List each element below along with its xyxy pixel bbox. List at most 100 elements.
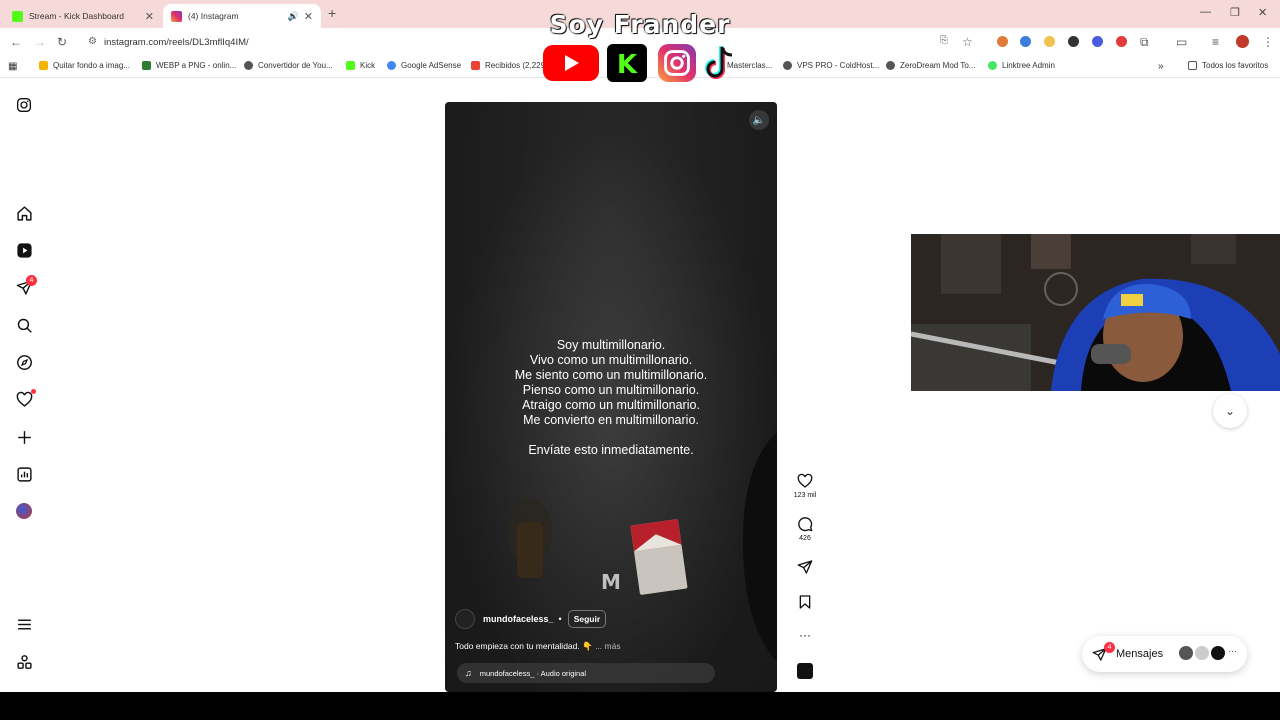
back-button[interactable]: ← (10, 35, 22, 49)
bookmark-item[interactable]: Google AdSense (387, 61, 461, 70)
notifications-heart-icon[interactable] (14, 389, 36, 409)
tab-kick-dashboard[interactable]: Stream - Kick Dashboard ✕ (4, 4, 162, 28)
bookmark-item[interactable]: Convertidor de You... (244, 61, 333, 70)
audio-playing-icon[interactable]: 🔊 (288, 11, 299, 22)
url-text: instagram.com/reels/DL3mflIq4IM/ (104, 36, 249, 48)
dashboard-chart-icon[interactable] (14, 464, 34, 484)
reel-line: Vivo como un multimillonario. (529, 353, 693, 367)
comment-button[interactable]: 426 (792, 516, 818, 542)
restore-button[interactable]: ❐ (1230, 6, 1240, 19)
reel-line: Me siento como un multimillonario. (514, 368, 708, 382)
stream-overlay-title: Soy Frander (549, 10, 731, 39)
message-avatar (1210, 645, 1226, 661)
reel-cta: Envíate esto inmediatamente. (528, 443, 694, 457)
bookmark-item[interactable]: Recibidos (2,229 (471, 61, 545, 70)
music-note-icon: ♫ (465, 668, 472, 678)
more-avatars-icon: ··· (1228, 646, 1237, 656)
reel-line: Pienso como un multimillonario. (522, 383, 700, 397)
message-avatar (1178, 645, 1194, 661)
audio-thumbnail[interactable] (792, 663, 818, 679)
next-reel-button[interactable]: ⌄ (1213, 394, 1247, 428)
profile-avatar[interactable] (14, 501, 34, 521)
explore-compass-icon[interactable] (14, 352, 34, 372)
instagram-logo-icon (657, 43, 697, 83)
extension-5-icon[interactable] (1092, 36, 1103, 47)
bookmark-item[interactable]: Linktree Admin (988, 61, 1055, 70)
side-panel-icon[interactable]: ▭ (1176, 35, 1187, 49)
new-tab-button[interactable]: + (328, 5, 336, 21)
search-icon[interactable] (14, 315, 34, 335)
messages-badge: 4 (1104, 642, 1115, 653)
extension-2-icon[interactable] (1020, 36, 1031, 47)
chevron-down-icon: ⌄ (1224, 404, 1236, 418)
message-avatar (1194, 645, 1210, 661)
svg-text:M: M (601, 570, 621, 594)
share-button[interactable] (792, 559, 818, 575)
instagram-favicon-icon (171, 10, 182, 22)
home-icon[interactable] (14, 203, 34, 223)
bookmark-item[interactable]: WEBP a PNG - onlin... (142, 61, 236, 70)
comment-icon (798, 517, 813, 532)
install-app-icon[interactable]: ⎘ (940, 35, 948, 46)
reels-icon[interactable] (14, 240, 34, 260)
bookmark-star-icon[interactable]: ☆ (962, 35, 973, 49)
forward-button[interactable]: → (34, 35, 46, 49)
browser-menu-icon[interactable]: ⋮ (1262, 35, 1274, 49)
extension-4-icon[interactable] (1068, 36, 1079, 47)
reel-line: Soy multimillonario. (556, 338, 666, 352)
follow-button[interactable]: Seguir (567, 610, 607, 628)
bookmark-item[interactable]: Kick (346, 61, 375, 70)
bookmark-item[interactable]: Quitar fondo a imag... (39, 61, 130, 70)
also-from-meta-icon[interactable] (14, 652, 34, 672)
tab-instagram[interactable]: (4) Instagram 🔊 ✕ (163, 4, 321, 28)
more-bookmarks-chevron-icon[interactable]: » (1158, 61, 1164, 72)
bookmark-item[interactable]: ZeroDream Mod To... (886, 61, 975, 70)
tab-search-icon[interactable]: ≡ (1212, 35, 1219, 49)
more-menu-icon[interactable] (14, 614, 34, 634)
extension-6-icon[interactable] (1116, 36, 1127, 47)
caption-more-link[interactable]: ... más (595, 641, 621, 651)
close-window-button[interactable]: ✕ (1258, 6, 1267, 19)
webcam-overlay (911, 234, 1280, 391)
author-avatar[interactable] (455, 609, 475, 629)
notification-count-badge: 4 (26, 275, 37, 286)
more-options-button[interactable]: ··· (792, 628, 818, 642)
close-tab-icon[interactable]: ✕ (304, 10, 313, 23)
heart-icon (797, 473, 813, 488)
reel-author-row: mundofaceless_ • Seguir (455, 609, 607, 629)
svg-text:K: K (617, 50, 638, 80)
extension-1-icon[interactable] (997, 36, 1008, 47)
tiktok-logo-icon (705, 46, 733, 79)
bookmark-icon (799, 595, 811, 609)
extensions-puzzle-icon[interactable]: ⧉ (1140, 35, 1149, 50)
messages-button[interactable]: 4 Mensajes ··· (1082, 636, 1247, 672)
apps-grid-icon[interactable]: ▦ (8, 61, 17, 72)
streamer-webcam-image (911, 234, 1280, 391)
site-info-icon[interactable]: ⚙ (88, 36, 97, 47)
youtube-logo-icon (543, 45, 599, 81)
kick-logo-icon: K (607, 44, 647, 82)
like-count: 123 mil (793, 492, 817, 499)
share-send-icon (797, 560, 813, 574)
reel-video-player[interactable]: M 🔈 Soy multimillonario. Vivo como un mu… (445, 102, 777, 692)
all-bookmarks-folder[interactable]: Todos los favoritos (1188, 61, 1268, 70)
tab-title: Stream - Kick Dashboard (29, 11, 124, 21)
like-button[interactable]: 123 mil (792, 473, 818, 499)
kick-favicon-icon (12, 10, 23, 22)
create-plus-icon[interactable] (14, 427, 34, 447)
profile-avatar-icon[interactable] (1236, 35, 1249, 48)
reel-overlay-text: Soy multimillonario. Vivo como un multim… (445, 338, 777, 458)
minimize-button[interactable]: — (1200, 6, 1211, 18)
separator-dot: • (558, 614, 562, 624)
reload-button[interactable]: ↻ (57, 35, 67, 49)
audio-attribution[interactable]: ♫ mundofaceless_ · Audio original (457, 663, 715, 683)
extension-3-icon[interactable] (1044, 36, 1055, 47)
save-button[interactable] (792, 594, 818, 610)
instagram-logo-icon[interactable] (14, 95, 34, 115)
audio-thumb-icon (797, 663, 813, 679)
bookmark-item[interactable]: VPS PRO - ColdHost... (783, 61, 879, 70)
comment-count: 426 (799, 535, 811, 542)
author-username[interactable]: mundofaceless_ (483, 614, 554, 624)
close-tab-icon[interactable]: ✕ (145, 10, 154, 23)
volume-icon[interactable]: 🔈 (749, 110, 769, 130)
